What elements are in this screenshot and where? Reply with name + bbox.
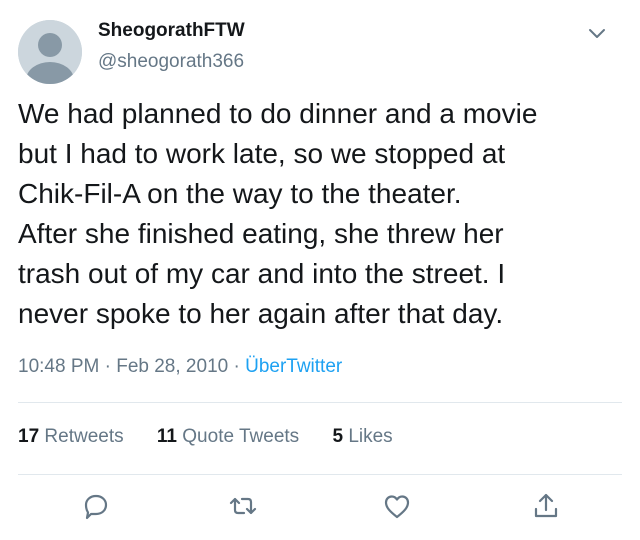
retweet-button[interactable] (227, 490, 259, 522)
like-button[interactable] (381, 490, 413, 522)
reply-icon (84, 494, 108, 520)
tweet-time[interactable]: 10:48 PM (18, 356, 99, 377)
divider (18, 474, 622, 475)
share-icon (534, 493, 558, 518)
likes-label: Likes (348, 426, 393, 447)
meta-separator: · (99, 356, 117, 377)
retweets-count: 17 (18, 426, 40, 447)
likes-stat[interactable]: 5 Likes (332, 426, 392, 448)
quote-tweets-count: 11 (156, 426, 177, 447)
action-bar (0, 484, 640, 528)
default-avatar-icon (18, 20, 82, 84)
tweet-stats: 17 Retweets 11 Quote Tweets 5 Likes (18, 426, 421, 448)
tweet-date[interactable]: Feb 28, 2010 (116, 356, 228, 377)
tweet-card: SheogorathFTW @sheogorath366 We had plan… (0, 0, 640, 540)
heart-icon (384, 495, 410, 519)
divider (18, 402, 622, 403)
share-button[interactable] (530, 490, 562, 522)
user-handle[interactable]: @sheogorath366 (98, 51, 244, 73)
tweet-text: We had planned to do dinner and a movie … (18, 98, 538, 329)
likes-count: 5 (332, 426, 344, 447)
quote-tweets-label: Quote Tweets (182, 426, 300, 447)
tweet-meta: 10:48 PM · Feb 28, 2010 · ÜberTwitter (18, 356, 342, 378)
reply-button[interactable] (80, 490, 112, 522)
quote-tweets-stat[interactable]: 11 Quote Tweets (157, 426, 299, 448)
retweets-label: Retweets (44, 426, 124, 447)
chevron-down-icon[interactable] (586, 22, 608, 44)
avatar[interactable] (18, 20, 82, 84)
retweet-icon (229, 497, 257, 515)
retweets-stat[interactable]: 17 Retweets (18, 426, 124, 448)
meta-separator: · (228, 356, 246, 377)
display-name[interactable]: SheogorathFTW (98, 20, 245, 42)
tweet-source-link[interactable]: ÜberTwitter (245, 356, 342, 377)
